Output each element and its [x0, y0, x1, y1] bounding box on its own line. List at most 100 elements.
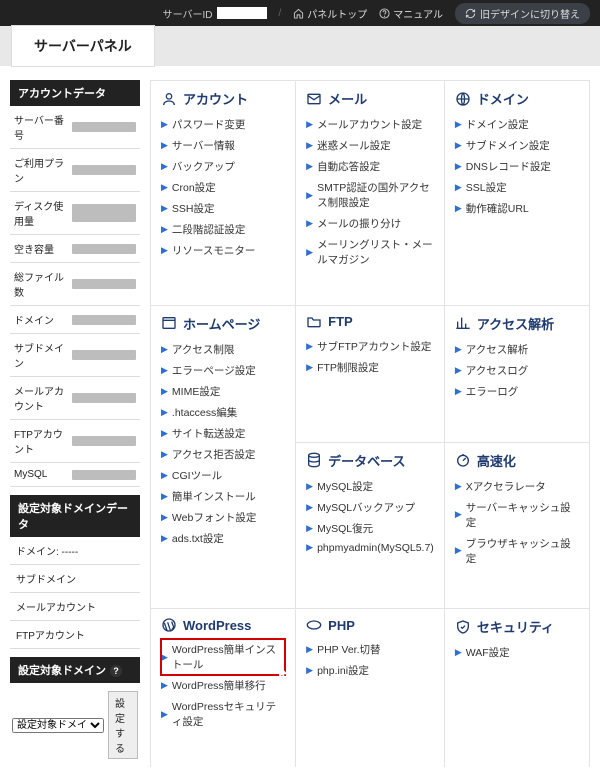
chevron-right-icon: ▶ [455, 481, 462, 492]
panel-link[interactable]: ▶WordPressセキュリティ設定 [161, 696, 285, 732]
panel-link[interactable]: ▶MySQLバックアップ [306, 497, 434, 518]
folder-icon [306, 314, 322, 330]
panel-link[interactable]: ▶Cron設定 [161, 177, 285, 198]
panel-link[interactable]: ▶WordPress簡単移行 [161, 675, 285, 696]
panel-link[interactable]: ▶Webフォント設定 [161, 507, 285, 528]
panel-link[interactable]: ▶FTP制限設定 [306, 357, 434, 378]
masked-value [72, 244, 136, 254]
panel-link-label: 迷惑メール設定 [317, 138, 391, 153]
panel-link[interactable]: ▶phpmyadmin(MySQL5.7) [306, 539, 434, 557]
manual-link[interactable]: マニュアル [379, 6, 443, 21]
panel-link[interactable]: ▶エラーログ [455, 381, 579, 402]
target-domain-select[interactable]: 設定対象ドメイ [12, 718, 104, 733]
table-row: 総ファイル数 [10, 263, 140, 306]
panel-link[interactable]: ▶メールの振り分け [306, 213, 434, 234]
panel-link-label: MySQL復元 [317, 521, 373, 536]
panel-list: ▶PHP Ver.切替▶php.ini設定 [306, 639, 434, 681]
panel-link[interactable]: ▶ドメイン設定 [455, 114, 579, 135]
panel-link[interactable]: ▶サイト転送設定 [161, 423, 285, 444]
php-icon [306, 617, 322, 633]
chevron-right-icon: ▶ [306, 218, 313, 229]
masked-value [72, 393, 136, 403]
panel-link[interactable]: ▶ アクセス解析 [455, 339, 579, 360]
speed-icon [455, 452, 471, 468]
shield-icon [455, 619, 471, 635]
panel-domain: ドメイン ▶ドメイン設定▶サブドメイン設定▶DNSレコード設定▶SSL設定▶動作… [445, 81, 590, 306]
panel-link[interactable]: ▶二段階認証設定 [161, 219, 285, 240]
panel-list: ▶WordPress簡単インストール▶WordPress簡単移行▶WordPre… [161, 639, 285, 732]
panel-speed: 高速化 ▶Xアクセラレータ▶サーバーキャッシュ設定▶ブラウザキャッシュ設定 [445, 443, 590, 610]
chevron-right-icon: ▶ [306, 523, 313, 534]
panel-link[interactable]: ▶アクセス制限 [161, 339, 285, 360]
manual-label: マニュアル [393, 6, 443, 21]
panel-link-label: アクセス解析 [466, 342, 528, 357]
server-id: サーバーID [163, 6, 267, 21]
row-label: MySQL [10, 463, 68, 487]
panel-link-label: 簡単インストール [172, 489, 256, 504]
panel-link[interactable]: ▶バックアップ [161, 156, 285, 177]
panel-link-label: エラーページ設定 [172, 363, 256, 378]
panel-link[interactable]: ▶ メーリングリスト・メールマガジン [306, 234, 434, 270]
panel-link[interactable]: ▶ブラウザキャッシュ設定 [455, 533, 579, 569]
panel-link[interactable]: ▶SMTP認証の国外アクセス制限設定 [306, 177, 434, 213]
panel-ftp: FTP ▶サブFTPアカウント設定▶FTP制限設定 [296, 306, 445, 443]
panel-link[interactable]: ▶CGIツール [161, 465, 285, 486]
panel-link-label: 動作確認URL [466, 201, 529, 216]
chevron-right-icon: ▶ [306, 119, 313, 130]
panel-link[interactable]: ▶パスワード変更 [161, 114, 285, 135]
panel-link[interactable]: ▶WAF設定 [455, 642, 579, 663]
panel-link[interactable]: ▶MySQL設定 [306, 476, 434, 497]
panel-link[interactable]: ▶PHP Ver.切替 [306, 639, 434, 660]
chevron-right-icon: ▶ [306, 665, 313, 676]
panel-link[interactable]: ▶ads.txt設定 [161, 528, 285, 549]
panel-link[interactable]: ▶.htaccess編集 [161, 402, 285, 423]
panel-link-label: アクセスログ [466, 363, 528, 378]
panel-link[interactable]: ▶サーバーキャッシュ設定 [455, 497, 579, 533]
chevron-right-icon: ▶ [161, 203, 168, 214]
mail-icon [306, 91, 322, 107]
set-button[interactable]: 設定する [108, 691, 138, 759]
panel-list: ▶MySQL設定▶MySQLバックアップ ▶ MySQL復元 ▶phpmyadmin(… [306, 476, 434, 557]
panel-link[interactable]: ▶サブFTPアカウント設定 [306, 336, 434, 357]
panel-mail: メール ▶メールアカウント設定▶迷惑メール設定▶自動応答設定▶SMTP認証の国外… [296, 81, 445, 306]
panel-link[interactable]: ▶WordPress簡単インストール [161, 639, 285, 675]
panel-link[interactable]: ▶SSL設定 [455, 177, 579, 198]
panel-link[interactable]: ▶MIME設定 [161, 381, 285, 402]
panel-link[interactable]: ▶動作確認URL [455, 198, 579, 219]
panel-link[interactable]: ▶自動応答設定 [306, 156, 434, 177]
panel-top-link[interactable]: パネルトップ [293, 6, 367, 21]
panel-link[interactable]: ▶メールアカウント設定 [306, 114, 434, 135]
help-icon[interactable]: ? [110, 665, 122, 677]
chevron-right-icon: ▶ [161, 491, 168, 502]
help-icon [379, 8, 390, 19]
panel-link-label: サーバー情報 [172, 138, 235, 153]
panel-link[interactable]: ▶SSH設定 [161, 198, 285, 219]
panel-link[interactable]: ▶リソースモニター [161, 240, 285, 261]
panel-link[interactable]: ▶アクセス拒否設定 [161, 444, 285, 465]
panel-link[interactable]: ▶ MySQL復元 [306, 518, 434, 539]
panel-link-label: エラーログ [466, 384, 519, 399]
panel-link[interactable]: ▶ アクセスログ [455, 360, 579, 381]
panel-link-label: パスワード変更 [172, 117, 246, 132]
panel-list: ▶ アクセス解析 ▶ アクセスログ ▶エラーログ [455, 339, 579, 402]
panel-link[interactable]: ▶DNSレコード設定 [455, 156, 579, 177]
panel-link[interactable]: ▶ 簡単インストール [161, 486, 285, 507]
panel-link[interactable]: ▶サブドメイン設定 [455, 135, 579, 156]
panel-title: FTP [328, 314, 353, 329]
panel-title: ドメイン [477, 89, 529, 108]
panel-link-label: メーリングリスト・メールマガジン [317, 237, 434, 267]
panel-link-label: アクセス制限 [172, 342, 234, 357]
panel-link[interactable]: ▶php.ini設定 [306, 660, 434, 681]
panel-link-label: Xアクセラレータ [466, 479, 546, 494]
chevron-right-icon: ▶ [455, 344, 462, 355]
panel-list: ▶サブFTPアカウント設定▶FTP制限設定 [306, 336, 434, 378]
switch-design-button[interactable]: 旧デザインに切り替え [455, 3, 590, 24]
wordpress-icon [161, 617, 177, 633]
panel-account: アカウント ▶パスワード変更▶サーバー情報▶バックアップ▶Cron設定▶SSH設… [151, 81, 296, 306]
chevron-right-icon: ▶ [455, 365, 462, 376]
panel-link[interactable]: ▶エラーページ設定 [161, 360, 285, 381]
panel-link[interactable]: ▶サーバー情報 [161, 135, 285, 156]
chevron-right-icon: ▶ [306, 247, 313, 258]
panel-link[interactable]: ▶ Xアクセラレータ [455, 476, 579, 497]
panel-link[interactable]: ▶迷惑メール設定 [306, 135, 434, 156]
